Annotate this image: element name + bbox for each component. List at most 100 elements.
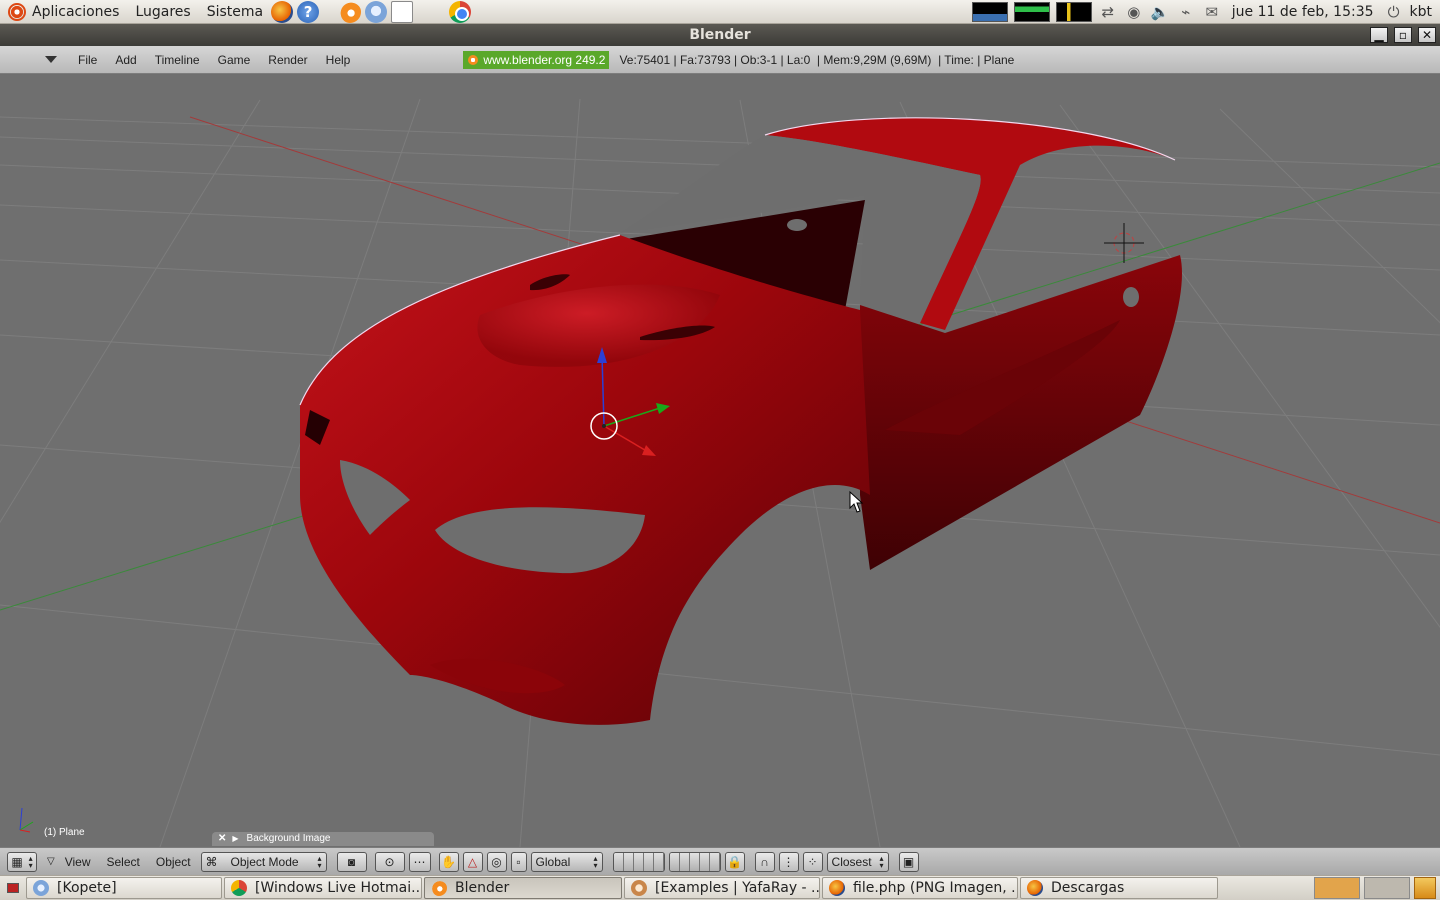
menu-object[interactable]: Object bbox=[150, 855, 197, 869]
draw-type-button[interactable]: ◙ bbox=[336, 851, 367, 872]
task-label: [Examples | YafaRay - ... bbox=[655, 880, 820, 896]
pivot-button[interactable]: ⊙ bbox=[374, 851, 405, 872]
lock-icon: 🔒 bbox=[727, 854, 743, 869]
falloff-icon: ⋮ bbox=[782, 854, 795, 869]
header-menu-toggle-icon[interactable]: ▽ bbox=[47, 856, 55, 867]
taskbar: [Kopete] [Windows Live Hotmai... Blender… bbox=[0, 875, 1440, 900]
pidgin-icon[interactable] bbox=[365, 0, 388, 23]
window-title: Blender bbox=[689, 27, 751, 43]
menu-help[interactable]: Help bbox=[317, 53, 360, 67]
workspace-switcher bbox=[1314, 877, 1440, 899]
maximize-button[interactable]: ▫ bbox=[1394, 27, 1412, 43]
network-graph[interactable] bbox=[1055, 2, 1092, 22]
scale-manipulator[interactable]: ▫ bbox=[510, 851, 527, 872]
menu-file[interactable]: File bbox=[69, 53, 106, 67]
manipulator-toggle[interactable]: ✋ bbox=[438, 851, 459, 872]
rotate-icon: ◎ bbox=[491, 854, 502, 869]
mode-select[interactable]: ⌘ Object Mode ▴ ▾ bbox=[200, 851, 327, 872]
background-image-panel[interactable]: ✕ ▶ Background Image bbox=[212, 832, 434, 846]
blender-site-link[interactable]: www.blender.org 249.2 bbox=[463, 50, 610, 69]
help-icon[interactable]: ? bbox=[297, 0, 320, 23]
task-label: [Windows Live Hotmai... bbox=[255, 880, 422, 896]
close-button[interactable]: ✕ bbox=[1418, 27, 1436, 43]
desktop-icon bbox=[7, 883, 19, 893]
menu-game[interactable]: Game bbox=[209, 53, 260, 67]
task-blender[interactable]: Blender bbox=[424, 877, 622, 899]
view-axis-gizmo bbox=[19, 807, 34, 833]
info-header: File Add Timeline Game Render Help www.b… bbox=[0, 46, 1440, 74]
trash-icon[interactable] bbox=[1414, 877, 1436, 899]
task-label: [Kopete] bbox=[57, 880, 117, 896]
proportional-edit-button[interactable]: ∩ bbox=[754, 851, 775, 872]
menu-sistema[interactable]: Sistema bbox=[199, 0, 271, 24]
blender-icon bbox=[431, 880, 447, 896]
memory-graph[interactable] bbox=[1013, 2, 1050, 22]
3d-viewport[interactable]: (1) Plane ✕ ▶ Background Image bbox=[0, 75, 1440, 847]
menu-render[interactable]: Render bbox=[259, 53, 316, 67]
window-titlebar[interactable]: Blender ▁ ▫ ✕ bbox=[0, 24, 1440, 46]
ubuntu-logo-icon bbox=[8, 2, 26, 21]
render-preview-button[interactable]: ▣ bbox=[898, 851, 919, 872]
shading-icon: ◙ bbox=[347, 854, 356, 869]
mail-icon[interactable]: ✉ bbox=[1202, 2, 1222, 22]
orientation-select[interactable]: Global ▴ ▾ bbox=[530, 851, 603, 872]
layer-lock-button[interactable]: ⋯ bbox=[408, 851, 431, 872]
snap-target-value: Closest bbox=[831, 854, 872, 869]
task-hotmail[interactable]: [Windows Live Hotmai... bbox=[224, 877, 422, 899]
window-type-button[interactable]: ▦ ▴ ▾ bbox=[7, 851, 37, 872]
menu-add[interactable]: Add bbox=[106, 53, 145, 67]
user-name[interactable]: kbt bbox=[1410, 4, 1434, 20]
show-desktop-button[interactable] bbox=[2, 878, 24, 898]
task-yafaray[interactable]: [Examples | YafaRay - ... bbox=[624, 877, 820, 899]
task-kopete[interactable]: [Kopete] bbox=[26, 877, 222, 899]
power-icon[interactable]: ⏻ bbox=[1384, 2, 1404, 22]
hand-icon: ✋ bbox=[441, 854, 457, 869]
falloff-button[interactable]: ⋮ bbox=[778, 851, 799, 872]
header-collapse-icon[interactable] bbox=[45, 56, 57, 63]
minimize-button[interactable]: ▁ bbox=[1370, 27, 1388, 43]
translate-manipulator[interactable]: △ bbox=[462, 851, 483, 872]
yafaray-icon bbox=[631, 880, 647, 896]
menu-lugares[interactable]: Lugares bbox=[127, 0, 198, 24]
snap-toggle[interactable]: ⁘ bbox=[802, 851, 823, 872]
menu-aplicaciones-label: Aplicaciones bbox=[32, 3, 120, 20]
menu-select[interactable]: Select bbox=[101, 855, 146, 869]
network-icon[interactable]: ⇄ bbox=[1098, 2, 1118, 22]
kopete-icon bbox=[33, 880, 49, 896]
background-panel-close-icon[interactable]: ✕ bbox=[218, 833, 226, 844]
rotate-manipulator[interactable]: ◎ bbox=[486, 851, 507, 872]
task-file-php[interactable]: file.php (PNG Imagen, ... bbox=[822, 877, 1018, 899]
menu-aplicaciones[interactable]: Aplicaciones bbox=[0, 0, 127, 24]
scale-icon: ▫ bbox=[516, 854, 521, 869]
task-descargas[interactable]: Descargas bbox=[1020, 877, 1218, 899]
blender-icon[interactable] bbox=[339, 0, 362, 23]
snap-target-select[interactable]: Closest ▴ ▾ bbox=[826, 851, 889, 872]
pidgin-tray-icon[interactable]: ◉ bbox=[1124, 2, 1144, 22]
cpu-graph[interactable] bbox=[971, 2, 1008, 22]
lock-panel-icon: ⋯ bbox=[413, 854, 426, 869]
layer-buttons-a[interactable] bbox=[612, 851, 665, 872]
layer-buttons-b[interactable] bbox=[668, 851, 721, 872]
object-mode-icon: ⌘ bbox=[205, 854, 218, 869]
top-panel: Aplicaciones Lugares Sistema ? ⇄ ◉ 🔈 ⌁ ✉… bbox=[0, 0, 1440, 24]
volume-icon[interactable]: 🔈 bbox=[1150, 2, 1170, 22]
snap-icon: ⁘ bbox=[807, 854, 818, 869]
task-label: Blender bbox=[455, 880, 510, 896]
wireless-icon[interactable]: ⌁ bbox=[1176, 2, 1196, 22]
layer-lock-toggle[interactable]: 🔒 bbox=[724, 851, 745, 872]
text-editor-icon[interactable] bbox=[391, 0, 414, 23]
firefox-icon bbox=[1027, 880, 1043, 896]
system-tray: ⇄ ◉ 🔈 ⌁ ✉ jue 11 de feb, 15:35 ⏻ kbt bbox=[971, 0, 1440, 24]
workspace-1[interactable] bbox=[1314, 877, 1360, 899]
workspace-2[interactable] bbox=[1364, 877, 1410, 899]
clock[interactable]: jue 11 de feb, 15:35 bbox=[1228, 4, 1378, 20]
menu-timeline[interactable]: Timeline bbox=[146, 53, 209, 67]
chrome-icon[interactable] bbox=[449, 0, 472, 23]
background-panel-expand-icon[interactable]: ▶ bbox=[232, 834, 238, 843]
task-label: file.php (PNG Imagen, ... bbox=[853, 880, 1018, 896]
firefox-icon[interactable] bbox=[271, 0, 294, 23]
menu-view[interactable]: View bbox=[59, 855, 97, 869]
grid-view-icon: ▦ bbox=[11, 854, 23, 869]
chrome-icon bbox=[231, 880, 247, 896]
orientation-value: Global bbox=[535, 854, 571, 869]
